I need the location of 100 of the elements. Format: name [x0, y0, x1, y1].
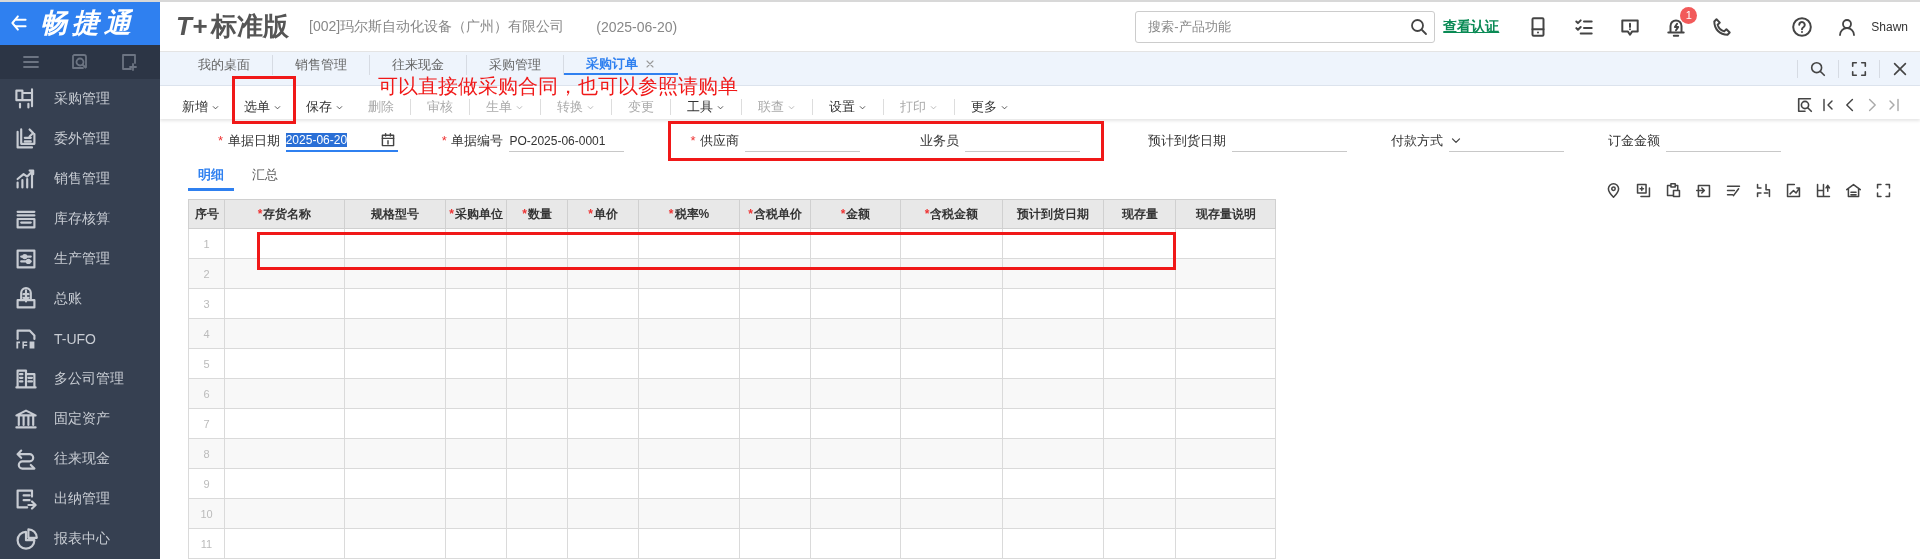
table-cell[interactable]	[567, 498, 639, 529]
table-cell[interactable]	[739, 528, 811, 559]
table-cell[interactable]	[224, 528, 345, 559]
import-icon[interactable]	[1695, 182, 1712, 199]
table-cell[interactable]	[224, 348, 345, 379]
table-cell[interactable]	[1103, 318, 1176, 349]
table-cell[interactable]	[344, 468, 446, 499]
table-cell[interactable]	[344, 438, 446, 469]
table-cell[interactable]	[900, 438, 1003, 469]
table-cell[interactable]	[506, 528, 568, 559]
table-cell[interactable]	[1175, 258, 1276, 289]
table-cell[interactable]	[1002, 348, 1104, 379]
toolbar-button[interactable]: 更多	[963, 96, 1017, 118]
sidebar-item[interactable]: 总账	[0, 279, 160, 319]
table-cell[interactable]	[739, 228, 811, 259]
table-cell[interactable]	[810, 378, 901, 409]
sidebar-item[interactable]: 出纳管理	[0, 479, 160, 519]
table-cell[interactable]	[567, 528, 639, 559]
table-cell[interactable]	[1103, 438, 1176, 469]
table-cell[interactable]	[638, 348, 740, 379]
last-icon[interactable]	[1886, 96, 1902, 114]
table-cell[interactable]	[445, 468, 507, 499]
table-cell[interactable]	[1103, 228, 1176, 259]
table-cell[interactable]	[1002, 498, 1104, 529]
table-cell[interactable]	[506, 408, 568, 439]
split-icon[interactable]	[1755, 182, 1772, 199]
table-cell[interactable]	[445, 228, 507, 259]
calendar-icon[interactable]	[379, 132, 396, 148]
table-cell[interactable]	[344, 288, 446, 319]
location-icon[interactable]	[1605, 182, 1622, 199]
table-cell[interactable]	[1103, 348, 1176, 379]
first-icon[interactable]	[1820, 96, 1836, 114]
tab[interactable]: 采购管理	[467, 55, 564, 76]
add-icon[interactable]	[119, 51, 140, 72]
table-cell[interactable]	[1103, 378, 1176, 409]
table-cell[interactable]	[445, 288, 507, 319]
table-cell[interactable]	[344, 408, 446, 439]
table-cell[interactable]	[810, 348, 901, 379]
table-cell[interactable]	[1175, 318, 1276, 349]
home-icon[interactable]	[1845, 182, 1862, 199]
table-cell[interactable]	[1103, 408, 1176, 439]
sidebar-item[interactable]: 采购管理	[0, 79, 160, 119]
table-cell[interactable]	[224, 318, 345, 349]
table-cell[interactable]	[900, 468, 1003, 499]
table-cell[interactable]	[567, 228, 639, 259]
tab[interactable]: 我的桌面	[176, 55, 273, 76]
table-cell[interactable]	[810, 228, 901, 259]
user-name[interactable]: Shawn	[1871, 19, 1908, 34]
tab[interactable]: 采购订单	[564, 55, 678, 76]
table-cell[interactable]	[1175, 468, 1276, 499]
table-cell[interactable]	[224, 408, 345, 439]
table-cell[interactable]	[567, 318, 639, 349]
table-cell[interactable]	[1175, 228, 1276, 259]
table-cell[interactable]	[445, 498, 507, 529]
table-cell[interactable]	[224, 288, 345, 319]
search-icon[interactable]	[1409, 16, 1430, 37]
table-cell[interactable]	[1002, 528, 1104, 559]
table-cell[interactable]	[445, 408, 507, 439]
table-cell[interactable]	[1175, 408, 1276, 439]
table-cell[interactable]	[224, 468, 345, 499]
table-cell[interactable]	[1103, 498, 1176, 529]
table-cell[interactable]	[739, 378, 811, 409]
table-cell[interactable]	[344, 318, 446, 349]
table-cell[interactable]	[1002, 318, 1104, 349]
table-cell[interactable]	[1175, 378, 1276, 409]
table-cell[interactable]	[900, 408, 1003, 439]
tab[interactable]: 明细	[188, 166, 234, 191]
table-cell[interactable]	[900, 288, 1003, 319]
table-cell[interactable]	[739, 318, 811, 349]
table-cell[interactable]	[344, 228, 446, 259]
tab[interactable]: 汇总	[242, 166, 288, 191]
table-cell[interactable]	[445, 318, 507, 349]
table-cell[interactable]	[506, 468, 568, 499]
table-cell[interactable]	[344, 348, 446, 379]
table-cell[interactable]	[739, 288, 811, 319]
sidebar-item[interactable]: T-UFO	[0, 319, 160, 359]
table-cell[interactable]	[810, 408, 901, 439]
table-cell[interactable]	[900, 498, 1003, 529]
table-cell[interactable]	[900, 528, 1003, 559]
table-cell[interactable]	[506, 378, 568, 409]
table-cell[interactable]	[224, 438, 345, 469]
table-cell[interactable]	[1002, 288, 1104, 319]
toolbar-button[interactable]: 保存	[298, 96, 352, 118]
table-cell[interactable]	[1175, 348, 1276, 379]
table-cell[interactable]	[638, 498, 740, 529]
sidebar-item[interactable]: 报表中心	[0, 519, 160, 559]
table-cell[interactable]	[1175, 528, 1276, 559]
table-cell[interactable]	[445, 378, 507, 409]
table-cell[interactable]	[445, 438, 507, 469]
table-cell[interactable]	[638, 228, 740, 259]
phone-icon[interactable]	[1711, 15, 1734, 38]
table-cell[interactable]	[638, 408, 740, 439]
tab[interactable]: 往来现金	[370, 55, 467, 76]
table-cell[interactable]	[224, 378, 345, 409]
table-cell[interactable]	[1175, 498, 1276, 529]
table-cell[interactable]	[810, 288, 901, 319]
table-cell[interactable]	[567, 468, 639, 499]
table-cell[interactable]	[506, 228, 568, 259]
table-cell[interactable]	[567, 288, 639, 319]
input-field[interactable]: PO-2025-06-0001	[509, 130, 625, 152]
